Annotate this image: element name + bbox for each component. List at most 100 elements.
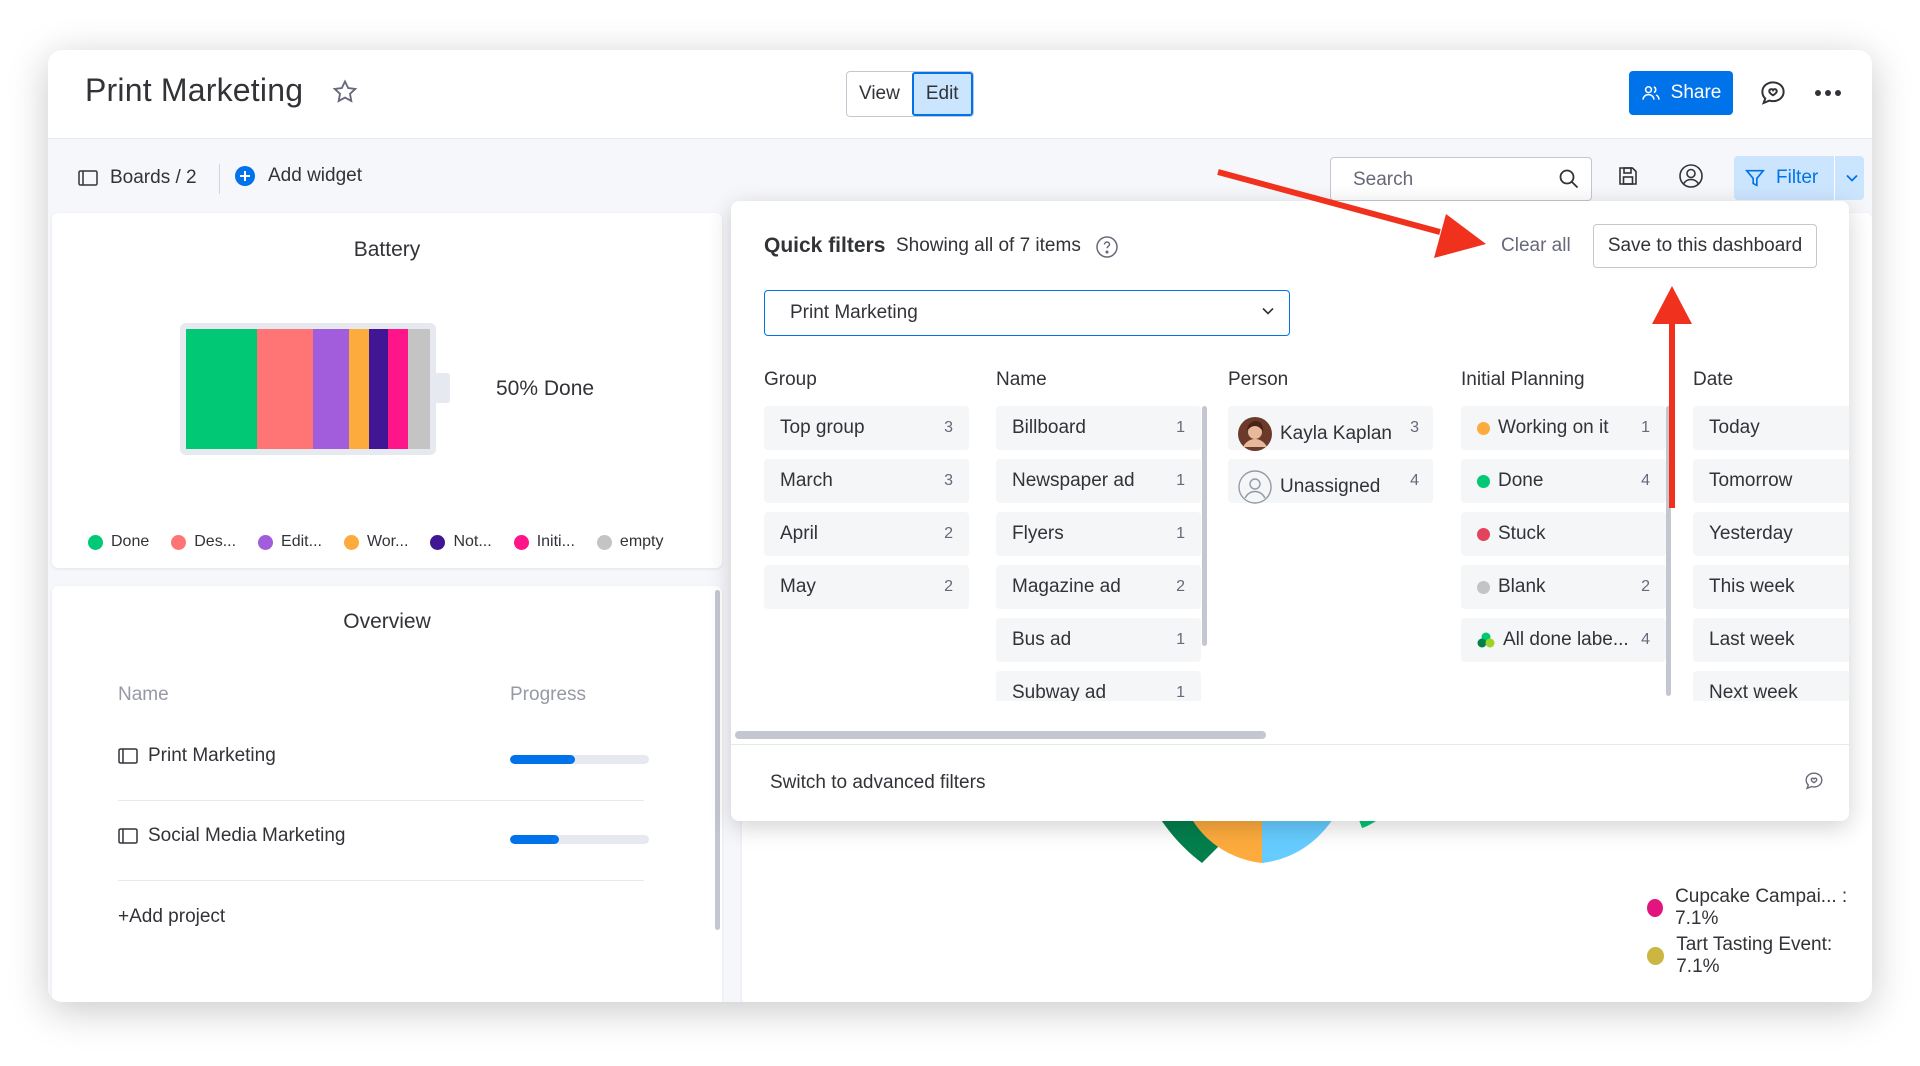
legend-item: Done — [88, 533, 149, 551]
filter-chip-kayla-kaplan[interactable]: Kayla Kaplan 3 — [1228, 406, 1433, 451]
chip-count: 1 — [1176, 472, 1185, 489]
chip-count: 4 — [1641, 472, 1650, 489]
quick-filters-subtitle: Showing all of 7 items — [896, 235, 1081, 256]
overview-row-label: Print Marketing — [148, 745, 276, 766]
board-select-value: Print Marketing — [790, 302, 918, 323]
status-label: Working on it — [1498, 417, 1609, 438]
filter-chip-working-on-it[interactable]: Working on it 1 — [1461, 406, 1666, 450]
filter-button[interactable]: Filter — [1734, 156, 1864, 200]
battery-widget: Battery 50% Done Done Des... Edit... Wor...… — [52, 213, 722, 568]
overview-row[interactable]: Social Media Marketing — [118, 801, 649, 881]
filter-chip-today[interactable]: Today — [1693, 406, 1849, 450]
board-icon — [118, 748, 138, 764]
status-label: Done — [1498, 470, 1544, 491]
legend-label: Done — [111, 533, 150, 550]
legend-dot — [88, 534, 103, 550]
filter-chip-yesterday[interactable]: Yesterday — [1693, 512, 1849, 556]
overview-scrollbar[interactable] — [715, 590, 720, 930]
horizontal-scrollbar[interactable] — [735, 731, 1266, 739]
chip-label: Unassigned — [1238, 470, 1380, 504]
filter-chip-billboard[interactable]: Billboard 1 — [996, 406, 1201, 450]
view-button[interactable]: View — [847, 72, 912, 116]
plus-circle-icon — [235, 166, 255, 186]
more-options-icon[interactable] — [1813, 83, 1843, 103]
legend-dot — [430, 534, 446, 550]
board-icon — [78, 170, 98, 186]
group-column-header: Group — [764, 369, 817, 390]
filter-chip-newspaper-ad[interactable]: Newspaper ad 1 — [996, 459, 1201, 503]
chat-icon[interactable] — [1758, 78, 1788, 108]
battery-segment — [408, 329, 430, 449]
filter-chip-stuck[interactable]: Stuck — [1461, 512, 1666, 556]
legend-item: Initi... — [513, 533, 575, 551]
name-list-scrollbar[interactable] — [1202, 406, 1207, 646]
chip-label: Top group — [780, 417, 865, 438]
legend-label: Edit... — [281, 533, 322, 550]
person-filter-icon[interactable] — [1678, 163, 1704, 189]
chevron-down-icon[interactable] — [1845, 173, 1859, 183]
filter-chip-blank[interactable]: Blank 2 — [1461, 565, 1666, 609]
chip-label: Today — [1709, 417, 1760, 438]
advanced-filters-link[interactable]: Switch to advanced filters — [770, 772, 985, 794]
chip-count: 2 — [1641, 578, 1650, 595]
filter-chip-done[interactable]: Done 4 — [1461, 459, 1666, 503]
all-done-labels-icon — [1477, 632, 1495, 648]
edit-button[interactable]: Edit — [911, 72, 973, 116]
chip-label: Flyers — [1012, 523, 1064, 544]
filter-chip-last-week[interactable]: Last week — [1693, 618, 1849, 662]
filter-chip-march[interactable]: March 3 — [764, 459, 969, 503]
filter-chip-flyers[interactable]: Flyers 1 — [996, 512, 1201, 556]
chip-label: This week — [1709, 576, 1795, 597]
save-icon[interactable] — [1616, 164, 1640, 188]
filter-chip-magazine-ad[interactable]: Magazine ad 2 — [996, 565, 1201, 609]
help-icon[interactable] — [1095, 235, 1119, 259]
star-icon[interactable] — [331, 78, 359, 106]
search-input[interactable]: Search — [1330, 157, 1592, 201]
share-button[interactable]: Share — [1629, 71, 1733, 115]
filter-chip-this-week[interactable]: This week — [1693, 565, 1849, 609]
filter-chip-april[interactable]: April 2 — [764, 512, 969, 556]
person-name: Kayla Kaplan — [1280, 423, 1392, 444]
filter-chip-bus-ad[interactable]: Bus ad 1 — [996, 618, 1201, 662]
board-select[interactable]: Print Marketing — [764, 290, 1290, 336]
chip-count: 1 — [1176, 419, 1185, 436]
unassigned-person-icon — [1238, 470, 1272, 504]
filter-chip-unassigned[interactable]: Unassigned 4 — [1228, 459, 1433, 504]
status-dot — [1477, 421, 1490, 435]
battery-segment — [186, 329, 257, 449]
pie-legend-item: Tart Tasting Event: 7.1% — [1647, 934, 1872, 978]
legend-dot — [513, 534, 529, 550]
legend-dot — [1647, 947, 1665, 965]
add-widget-button[interactable]: Add widget — [234, 165, 362, 187]
overview-title: Overview — [343, 610, 431, 633]
chip-label: Bus ad — [1012, 629, 1072, 650]
add-project-button[interactable]: +Add project — [118, 906, 225, 928]
chip-label: May — [780, 576, 816, 597]
chip-label: Last week — [1709, 629, 1795, 650]
legend-label: empty — [619, 533, 664, 550]
filter-chip-subway-ad[interactable]: Subway ad 1 — [996, 671, 1201, 701]
planning-list-scrollbar[interactable] — [1666, 406, 1671, 696]
board-icon — [118, 828, 138, 844]
legend-item: Wor... — [343, 533, 408, 551]
filter-chip-may[interactable]: May 2 — [764, 565, 969, 609]
chip-label: March — [780, 470, 833, 491]
filter-chip-top-group[interactable]: Top group 3 — [764, 406, 969, 450]
clear-all-button[interactable]: Clear all — [1501, 235, 1571, 257]
battery-segment — [312, 329, 350, 449]
feedback-icon[interactable] — [1803, 770, 1825, 792]
overview-widget: Overview Name Progress Print Marketing S… — [52, 586, 722, 1002]
boards-breadcrumb[interactable]: Boards / 2 — [78, 167, 197, 189]
filter-divider — [1834, 156, 1836, 200]
quick-filters-panel: Quick filters Showing all of 7 items Cle… — [731, 201, 1849, 821]
save-to-dashboard-button[interactable]: Save to this dashboard — [1593, 224, 1817, 268]
legend-item: Edit... — [258, 533, 322, 551]
filter-chip-all-done-labels[interactable]: All done labe... 4 — [1461, 618, 1666, 662]
filter-chip-next-week[interactable]: Next week — [1693, 671, 1849, 701]
overview-row[interactable]: Print Marketing — [118, 721, 649, 801]
filter-chip-tomorrow[interactable]: Tomorrow — [1693, 459, 1849, 503]
legend-label: Not... — [453, 533, 492, 550]
date-column-header: Date — [1693, 369, 1734, 390]
chip-label: Newspaper ad — [1012, 470, 1135, 491]
status-label: Blank — [1498, 576, 1546, 597]
